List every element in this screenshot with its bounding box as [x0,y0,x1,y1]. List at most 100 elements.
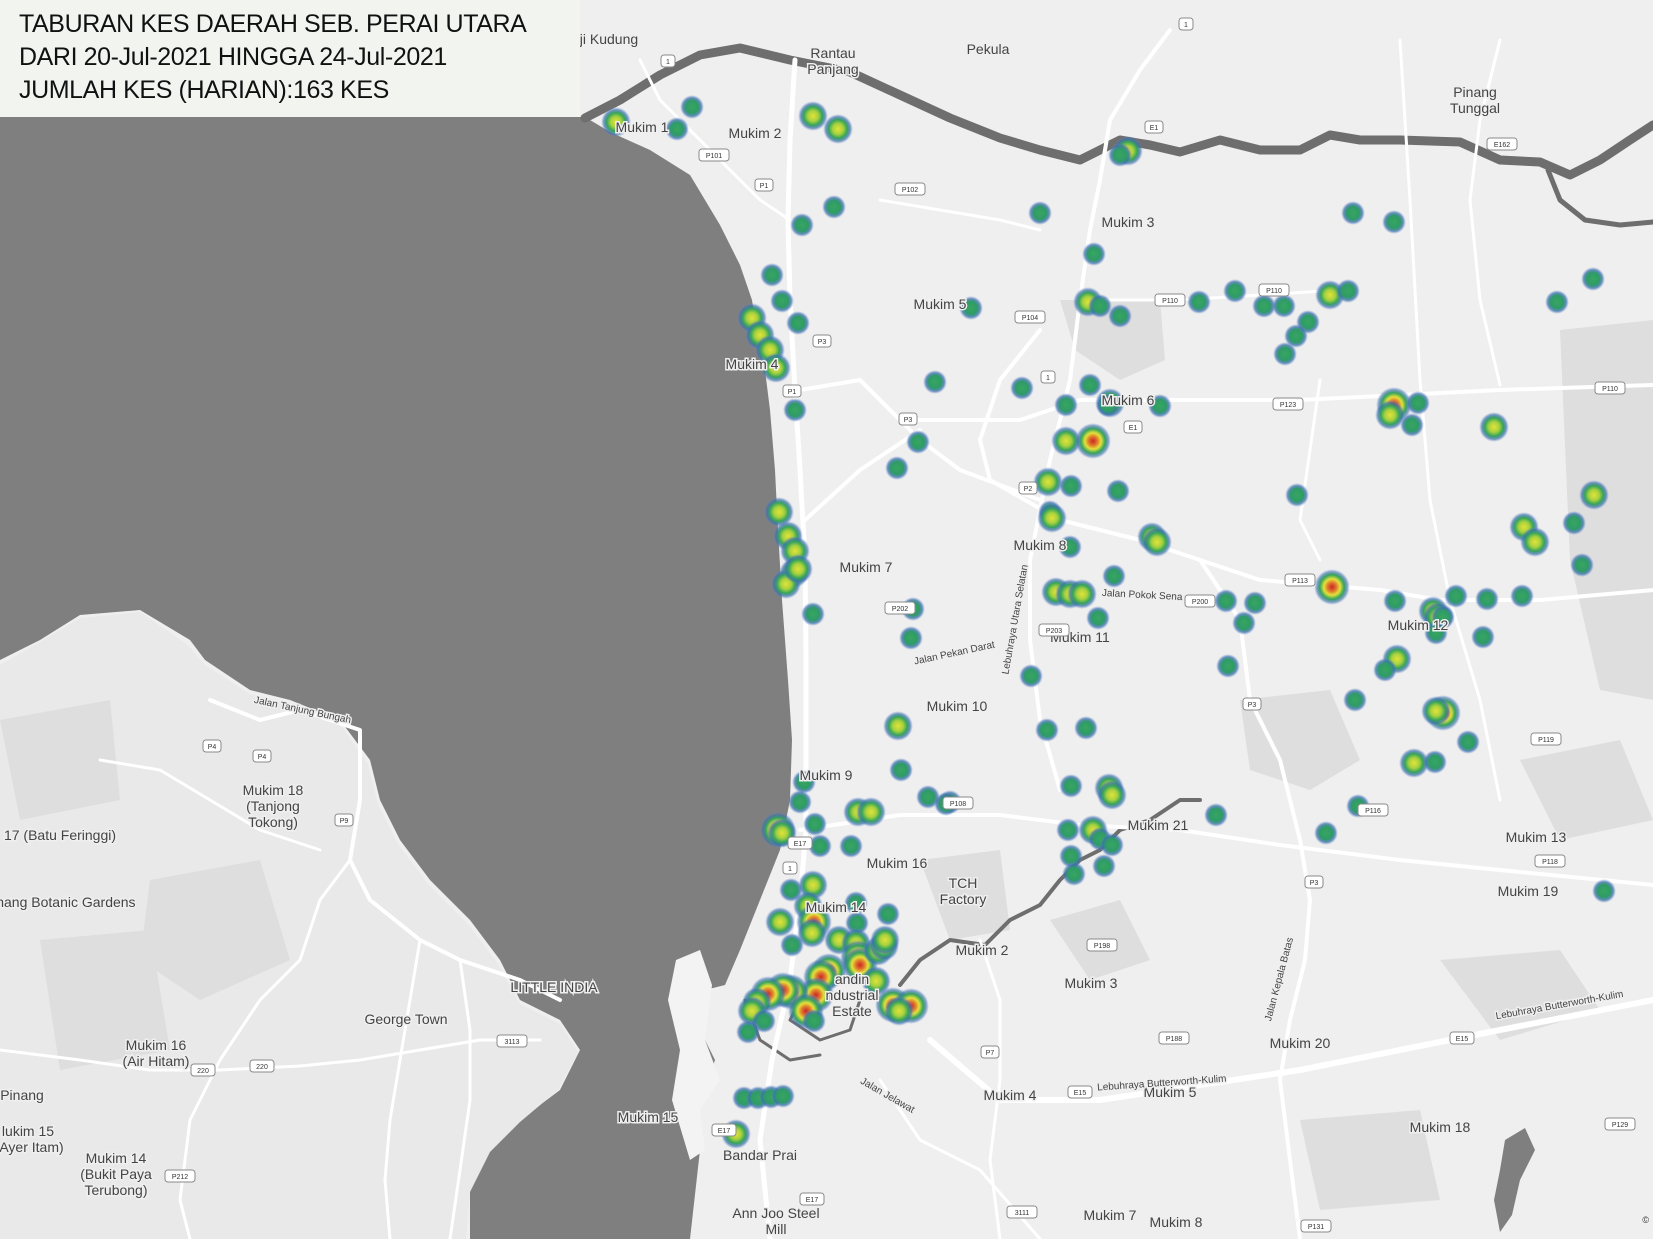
case-hotspot-132 [839,834,863,858]
copyright-mark: © [1642,1215,1649,1225]
mukim21-label: Mukim 21 [1128,817,1189,833]
road-badge-e17c: E17 [799,1192,825,1206]
road-badge-p202: P202 [884,601,916,615]
mukim17-label: 17 (Batu Feringgi) [4,827,116,843]
road-badge-p4b: P4 [252,749,272,763]
road-badge-p110b: P110 [1258,283,1290,297]
svg-text:E1: E1 [1129,425,1138,432]
botanic-label: enang Botanic Gardens [0,894,136,910]
case-hotspot-159 [736,1020,760,1044]
road-badge-p7: P7 [980,1045,1000,1059]
title-line-2: DARI 20-Jul-2021 HINGGA 24-Jul-2021 [19,43,447,71]
case-hotspot-78 [1067,579,1097,609]
mukim2b-label: Mukim 2 [956,942,1009,958]
case-hotspot-12 [1382,210,1406,234]
case-hotspot-170 [771,1084,795,1108]
mukim14a-label: Mukim 14 (Bukit Paya Terubong) [80,1150,152,1198]
mukim7-label: Mukim 7 [840,559,893,575]
case-hotspot-8 [1028,201,1052,225]
case-hotspot-73 [801,602,825,626]
road-badge-p3b: P3 [898,412,918,426]
road-badge-p4a: P4 [202,739,222,753]
svg-text:E17: E17 [718,1128,731,1135]
case-hotspot-62 [1579,480,1609,510]
svg-text:P104: P104 [1022,315,1038,322]
road-badge-p104: P104 [1014,310,1046,324]
road-badge-p129: P129 [1604,1117,1636,1131]
svg-text:P3: P3 [818,339,827,346]
title-panel: TABURAN KES DAERAH SEB. PERAI UTARA DARI… [0,0,580,117]
case-hotspot-126 [1062,862,1086,886]
case-hotspot-141 [765,907,795,937]
case-hotspot-121 [1056,818,1080,842]
case-hotspot-81 [1214,589,1238,613]
case-hotspot-80 [1086,606,1110,630]
svg-text:P110: P110 [1602,386,1618,393]
road-badge-e17b: E17 [711,1123,737,1137]
mukim18a-label: Mukim 18 (Tanjong Tokong) [243,782,304,830]
road-badge-p116: P116 [1357,803,1389,817]
case-hotspot-10 [1108,143,1132,167]
case-hotspot-100 [1074,716,1098,740]
svg-text:1: 1 [788,866,792,873]
mukim4b-label: Mukim 4 [984,1087,1037,1103]
case-hotspot-15 [760,263,784,287]
road-badge-p200: P200 [1184,594,1216,608]
rantau-panjang-label: Rantau Panjang [807,45,858,77]
road-badge-p198: P198 [1086,938,1118,952]
case-hotspot-7 [822,195,846,219]
mukim4-label: Mukim 4 [726,356,779,372]
svg-text:P118: P118 [1542,859,1558,866]
case-hotspot-24 [1082,242,1106,266]
svg-text:P1: P1 [760,183,769,190]
mukim12-label: Mukim 12 [1388,617,1449,633]
case-hotspot-90 [1475,587,1499,611]
pinang-tunggal-label: Pinang Tunggal [1450,84,1500,116]
case-hotspot-60 [1142,527,1172,557]
case-hotspot-105 [1456,730,1480,754]
case-hotspot-3 [665,117,689,141]
case-hotspot-130 [1314,821,1338,845]
case-hotspot-63 [1562,511,1586,535]
road-badge-3113: 3113 [496,1034,528,1048]
mukim2-label: Mukim 2 [729,125,782,141]
svg-text:P9: P9 [340,818,349,825]
case-hotspot-104 [1421,696,1451,726]
road-badge-p131: P131 [1300,1219,1332,1233]
mukim8b-label: Mukim 8 [1150,1214,1203,1230]
case-hotspot-75 [899,626,923,650]
svg-text:P188: P188 [1166,1036,1182,1043]
case-hotspot-31 [1272,294,1296,318]
case-hotspot-54 [1059,474,1083,498]
title-line-3: JUMLAH KES (HARIAN):163 KES [19,76,389,104]
case-hotspot-2 [680,95,704,119]
case-hotspot-114 [856,797,886,827]
case-hotspot-39 [1078,373,1102,397]
svg-text:220: 220 [197,1068,209,1075]
svg-text:P102: P102 [902,187,918,194]
map-canvas[interactable]: PekulaHaji KudungRantau PanjangPinang Tung… [0,0,1653,1239]
road-badge-p3a: P3 [812,334,832,348]
road-badge-p212: P212 [164,1169,196,1183]
case-hotspot-72 [783,554,813,584]
case-hotspot-45 [1075,423,1111,459]
road-badge-p2: P2 [1018,481,1038,495]
road-badge-p101: P101 [698,148,730,162]
svg-text:1: 1 [1046,375,1050,382]
case-hotspot-161 [802,1009,826,1033]
case-hotspot-96 [1373,658,1397,682]
mukim6-label: Mukim 6 [1102,392,1155,408]
svg-text:E17: E17 [794,841,807,848]
case-hotspot-61 [1285,483,1309,507]
case-hotspot-50 [1406,391,1430,415]
mukim16-label: Mukim 16 [867,855,928,871]
road-badge-p3d: P3 [1304,875,1324,889]
case-hotspot-107 [1423,750,1447,774]
road-badge-p1a: P1 [754,178,774,192]
case-hotspot-65 [1520,527,1550,557]
case-hotspot-102 [889,758,913,782]
case-hotspot-109 [788,790,812,814]
svg-text:P3: P3 [1248,702,1257,709]
george-town-label: George Town [364,1011,447,1027]
pekula-label: Pekula [967,41,1010,57]
